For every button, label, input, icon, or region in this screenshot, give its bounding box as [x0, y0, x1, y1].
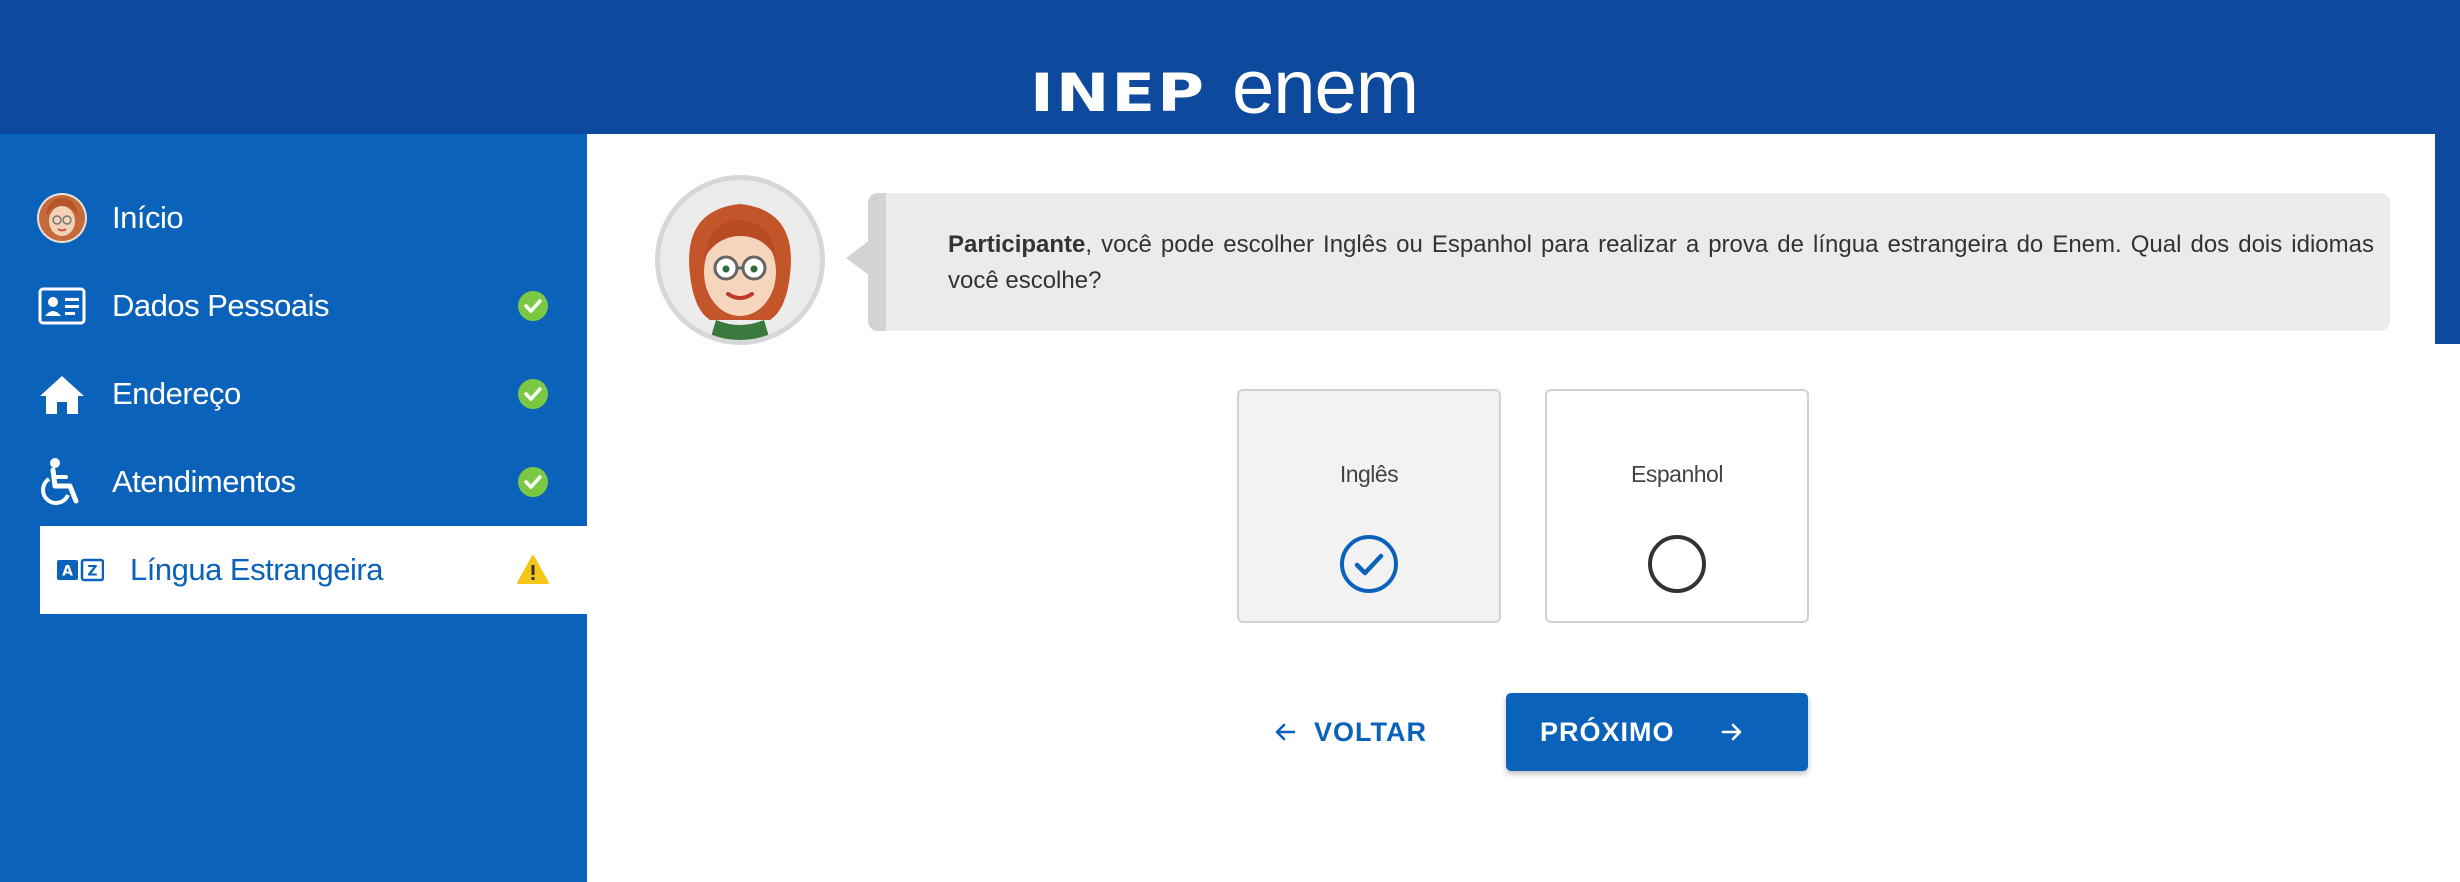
svg-text:A: A — [62, 564, 73, 580]
sidebar-item-label: Atendimentos — [112, 464, 296, 499]
wheelchair-icon — [36, 456, 88, 508]
next-button-label: PRÓXIMO — [1540, 716, 1675, 747]
check-circle-outline-icon — [1338, 533, 1400, 595]
logo-enem: enem — [1232, 45, 1419, 130]
top-header: INEP enem — [0, 0, 2460, 134]
speech-bubble-tail — [846, 240, 870, 276]
sidebar-item-atendimentos[interactable]: Atendimentos — [0, 438, 587, 526]
check-circle-icon — [515, 376, 551, 412]
check-circle-icon — [515, 464, 551, 500]
avatar-icon — [36, 192, 88, 244]
back-button[interactable]: VOLTAR — [1270, 700, 1445, 764]
sidebar-item-inicio[interactable]: Início — [0, 174, 587, 262]
sidebar-item-lingua-estrangeira[interactable]: A Z Língua Estrangeira — [40, 526, 587, 614]
logo: INEP enem — [1030, 45, 1419, 130]
language-az-icon: A Z — [54, 544, 106, 596]
warning-icon — [515, 552, 551, 588]
option-espanhol[interactable]: Espanhol — [1545, 389, 1809, 623]
logo-inep: INEP — [1030, 63, 1206, 125]
sidebar-item-label: Dados Pessoais — [112, 288, 330, 323]
sidebar-nav: Início Dados Pessoais Endereço Atendimen… — [0, 134, 587, 882]
radio-empty-icon — [1646, 533, 1708, 595]
option-ingles[interactable]: Inglês — [1237, 389, 1501, 623]
page-edge — [2435, 134, 2460, 344]
sidebar-item-label: Língua Estrangeira — [130, 552, 383, 587]
svg-text:Z: Z — [87, 564, 97, 580]
question-text: Participante, você pode escolher Inglês … — [948, 227, 2374, 299]
option-label: Espanhol — [1631, 461, 1723, 487]
home-icon — [36, 368, 88, 420]
sidebar-item-dados-pessoais[interactable]: Dados Pessoais — [0, 262, 587, 350]
sidebar-item-label: Início — [112, 200, 184, 235]
id-card-icon — [36, 280, 88, 332]
speech-bubble: Participante, você pode escolher Inglês … — [868, 193, 2390, 331]
arrow-left-icon — [1270, 717, 1300, 747]
option-label: Inglês — [1339, 461, 1399, 487]
question-addressee: Participante — [948, 231, 1086, 258]
assistant-avatar — [655, 175, 825, 345]
sidebar-item-endereco[interactable]: Endereço — [0, 350, 587, 438]
next-button[interactable]: PRÓXIMO — [1506, 693, 1808, 771]
question-body: , você pode escolher Inglês ou Espanhol … — [948, 231, 2374, 294]
arrow-right-icon — [1717, 717, 1747, 747]
sidebar-item-label: Endereço — [112, 376, 241, 411]
check-circle-icon — [515, 288, 551, 324]
back-button-label: VOLTAR — [1314, 716, 1427, 747]
